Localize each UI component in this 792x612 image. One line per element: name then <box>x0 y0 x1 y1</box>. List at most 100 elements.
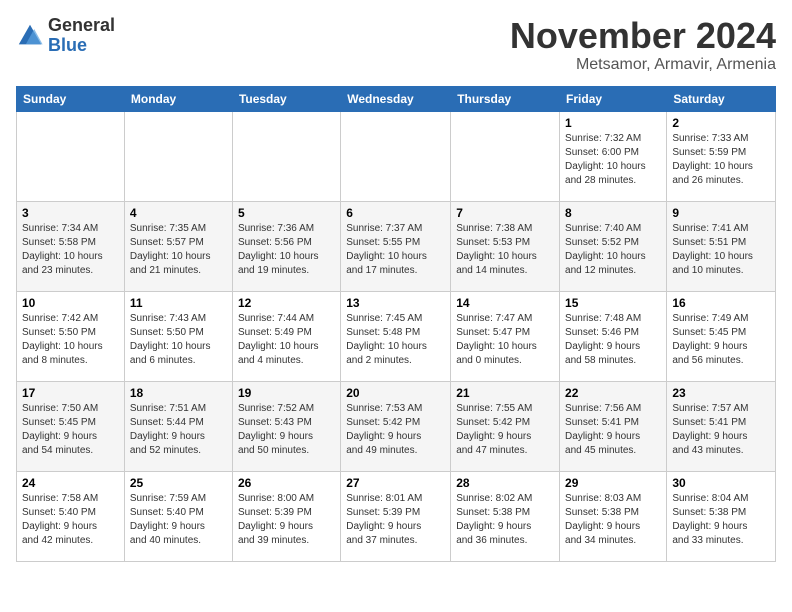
calendar-cell: 20 Sunrise: 7:53 AM Sunset: 5:42 PM Dayli… <box>341 381 451 471</box>
day-info: Sunrise: 7:35 AM Sunset: 5:57 PM Dayligh… <box>130 222 227 278</box>
calendar-cell: 11 Sunrise: 7:43 AM Sunset: 5:50 PM Dayli… <box>124 291 232 381</box>
day-info: Sunrise: 7:48 AM Sunset: 5:46 PM Dayligh… <box>565 312 661 368</box>
weekday-header-tuesday: Tuesday <box>232 86 340 111</box>
location-title: Metsamor, Armavir, Armenia <box>510 56 776 74</box>
calendar-cell: 29 Sunrise: 8:03 AM Sunset: 5:38 PM Dayli… <box>560 471 667 561</box>
day-number: 1 <box>565 116 661 130</box>
calendar-week-4: 17 Sunrise: 7:50 AM Sunset: 5:45 PM Dayli… <box>17 381 776 471</box>
day-info: Sunrise: 7:55 AM Sunset: 5:42 PM Dayligh… <box>456 402 554 458</box>
day-info: Sunrise: 7:45 AM Sunset: 5:48 PM Dayligh… <box>346 312 445 368</box>
calendar-cell: 25Sunrise: 7:59 AM Sunset: 5:40 PM Dayli… <box>124 471 232 561</box>
weekday-header-friday: Friday <box>560 86 667 111</box>
day-info: Sunrise: 8:02 AM Sunset: 5:38 PM Dayligh… <box>456 492 554 548</box>
day-number: 13 <box>346 296 445 310</box>
weekday-header-thursday: Thursday <box>451 86 560 111</box>
calendar-cell: 30 Sunrise: 8:04 AM Sunset: 5:38 PM Dayli… <box>667 471 776 561</box>
day-number: 7 <box>456 206 554 220</box>
day-number: 10 <box>22 296 119 310</box>
weekday-header-monday: Monday <box>124 86 232 111</box>
calendar-body: 1 Sunrise: 7:32 AM Sunset: 6:00 PM Daylig… <box>17 111 776 561</box>
logo-text: General Blue <box>48 16 115 56</box>
calendar-cell: 8 Sunrise: 7:40 AM Sunset: 5:52 PM Daylig… <box>560 201 667 291</box>
day-info: Sunrise: 7:43 AM Sunset: 5:50 PM Dayligh… <box>130 312 227 368</box>
day-number: 18 <box>130 386 227 400</box>
calendar-cell <box>232 111 340 201</box>
logo-blue-text: Blue <box>48 35 87 55</box>
calendar-week-5: 24 Sunrise: 7:58 AM Sunset: 5:40 PM Dayli… <box>17 471 776 561</box>
calendar-cell: 19Sunrise: 7:52 AM Sunset: 5:43 PM Dayli… <box>232 381 340 471</box>
day-info: Sunrise: 7:47 AM Sunset: 5:47 PM Dayligh… <box>456 312 554 368</box>
day-number: 8 <box>565 206 661 220</box>
day-number: 12 <box>238 296 335 310</box>
day-number: 15 <box>565 296 661 310</box>
calendar-cell: 4 Sunrise: 7:35 AM Sunset: 5:57 PM Daylig… <box>124 201 232 291</box>
day-number: 11 <box>130 296 227 310</box>
title-area: November 2024 Metsamor, Armavir, Armenia <box>510 16 776 74</box>
calendar-cell <box>341 111 451 201</box>
weekday-header-wednesday: Wednesday <box>341 86 451 111</box>
day-number: 25 <box>130 476 227 490</box>
day-info: Sunrise: 7:53 AM Sunset: 5:42 PM Dayligh… <box>346 402 445 458</box>
day-number: 30 <box>672 476 770 490</box>
day-number: 28 <box>456 476 554 490</box>
day-number: 14 <box>456 296 554 310</box>
day-number: 2 <box>672 116 770 130</box>
day-info: Sunrise: 7:42 AM Sunset: 5:50 PM Dayligh… <box>22 312 119 368</box>
calendar-cell: 18 Sunrise: 7:51 AM Sunset: 5:44 PM Dayli… <box>124 381 232 471</box>
calendar-cell: 7 Sunrise: 7:38 AM Sunset: 5:53 PM Daylig… <box>451 201 560 291</box>
day-info: Sunrise: 7:58 AM Sunset: 5:40 PM Dayligh… <box>22 492 119 548</box>
calendar-cell: 6 Sunrise: 7:37 AM Sunset: 5:55 PM Daylig… <box>341 201 451 291</box>
day-info: Sunrise: 7:41 AM Sunset: 5:51 PM Dayligh… <box>672 222 770 278</box>
calendar-cell: 22 Sunrise: 7:56 AM Sunset: 5:41 PM Dayli… <box>560 381 667 471</box>
day-info: Sunrise: 7:44 AM Sunset: 5:49 PM Dayligh… <box>238 312 335 368</box>
page-header: General Blue November 2024 Metsamor, Arm… <box>16 16 776 74</box>
day-number: 16 <box>672 296 770 310</box>
day-info: Sunrise: 7:51 AM Sunset: 5:44 PM Dayligh… <box>130 402 227 458</box>
calendar-cell: 1 Sunrise: 7:32 AM Sunset: 6:00 PM Daylig… <box>560 111 667 201</box>
day-info: Sunrise: 7:32 AM Sunset: 6:00 PM Dayligh… <box>565 132 661 188</box>
calendar-cell: 26Sunrise: 8:00 AM Sunset: 5:39 PM Dayli… <box>232 471 340 561</box>
day-info: Sunrise: 7:36 AM Sunset: 5:56 PM Dayligh… <box>238 222 335 278</box>
day-info: Sunrise: 8:04 AM Sunset: 5:38 PM Dayligh… <box>672 492 770 548</box>
day-info: Sunrise: 7:33 AM Sunset: 5:59 PM Dayligh… <box>672 132 770 188</box>
calendar-header-row: SundayMondayTuesdayWednesdayThursdayFrid… <box>17 86 776 111</box>
day-number: 26 <box>238 476 335 490</box>
calendar-table: SundayMondayTuesdayWednesdayThursdayFrid… <box>16 86 776 562</box>
calendar-cell: 15 Sunrise: 7:48 AM Sunset: 5:46 PM Dayli… <box>560 291 667 381</box>
calendar-cell: 14 Sunrise: 7:47 AM Sunset: 5:47 PM Dayli… <box>451 291 560 381</box>
day-number: 22 <box>565 386 661 400</box>
day-info: Sunrise: 7:38 AM Sunset: 5:53 PM Dayligh… <box>456 222 554 278</box>
calendar-week-3: 10 Sunrise: 7:42 AM Sunset: 5:50 PM Dayli… <box>17 291 776 381</box>
calendar-cell: 10 Sunrise: 7:42 AM Sunset: 5:50 PM Dayli… <box>17 291 125 381</box>
day-number: 4 <box>130 206 227 220</box>
calendar-cell <box>17 111 125 201</box>
calendar-cell: 24 Sunrise: 7:58 AM Sunset: 5:40 PM Dayli… <box>17 471 125 561</box>
day-number: 17 <box>22 386 119 400</box>
day-info: Sunrise: 8:03 AM Sunset: 5:38 PM Dayligh… <box>565 492 661 548</box>
calendar-cell <box>124 111 232 201</box>
calendar-cell: 5Sunrise: 7:36 AM Sunset: 5:56 PM Daylig… <box>232 201 340 291</box>
day-number: 19 <box>238 386 335 400</box>
day-info: Sunrise: 7:37 AM Sunset: 5:55 PM Dayligh… <box>346 222 445 278</box>
day-info: Sunrise: 8:01 AM Sunset: 5:39 PM Dayligh… <box>346 492 445 548</box>
day-number: 29 <box>565 476 661 490</box>
calendar-cell: 17 Sunrise: 7:50 AM Sunset: 5:45 PM Dayli… <box>17 381 125 471</box>
day-number: 3 <box>22 206 119 220</box>
day-info: Sunrise: 7:40 AM Sunset: 5:52 PM Dayligh… <box>565 222 661 278</box>
calendar-cell: 23Sunrise: 7:57 AM Sunset: 5:41 PM Dayli… <box>667 381 776 471</box>
day-info: Sunrise: 7:56 AM Sunset: 5:41 PM Dayligh… <box>565 402 661 458</box>
calendar-cell: 27 Sunrise: 8:01 AM Sunset: 5:39 PM Dayli… <box>341 471 451 561</box>
calendar-cell: 3 Sunrise: 7:34 AM Sunset: 5:58 PM Daylig… <box>17 201 125 291</box>
calendar-cell: 9 Sunrise: 7:41 AM Sunset: 5:51 PM Daylig… <box>667 201 776 291</box>
day-number: 20 <box>346 386 445 400</box>
day-number: 24 <box>22 476 119 490</box>
day-number: 9 <box>672 206 770 220</box>
calendar-week-1: 1 Sunrise: 7:32 AM Sunset: 6:00 PM Daylig… <box>17 111 776 201</box>
calendar-cell: 13 Sunrise: 7:45 AM Sunset: 5:48 PM Dayli… <box>341 291 451 381</box>
calendar-cell: 12 Sunrise: 7:44 AM Sunset: 5:49 PM Dayli… <box>232 291 340 381</box>
day-number: 6 <box>346 206 445 220</box>
weekday-header-saturday: Saturday <box>667 86 776 111</box>
day-number: 27 <box>346 476 445 490</box>
day-info: Sunrise: 7:34 AM Sunset: 5:58 PM Dayligh… <box>22 222 119 278</box>
day-info: Sunrise: 7:50 AM Sunset: 5:45 PM Dayligh… <box>22 402 119 458</box>
